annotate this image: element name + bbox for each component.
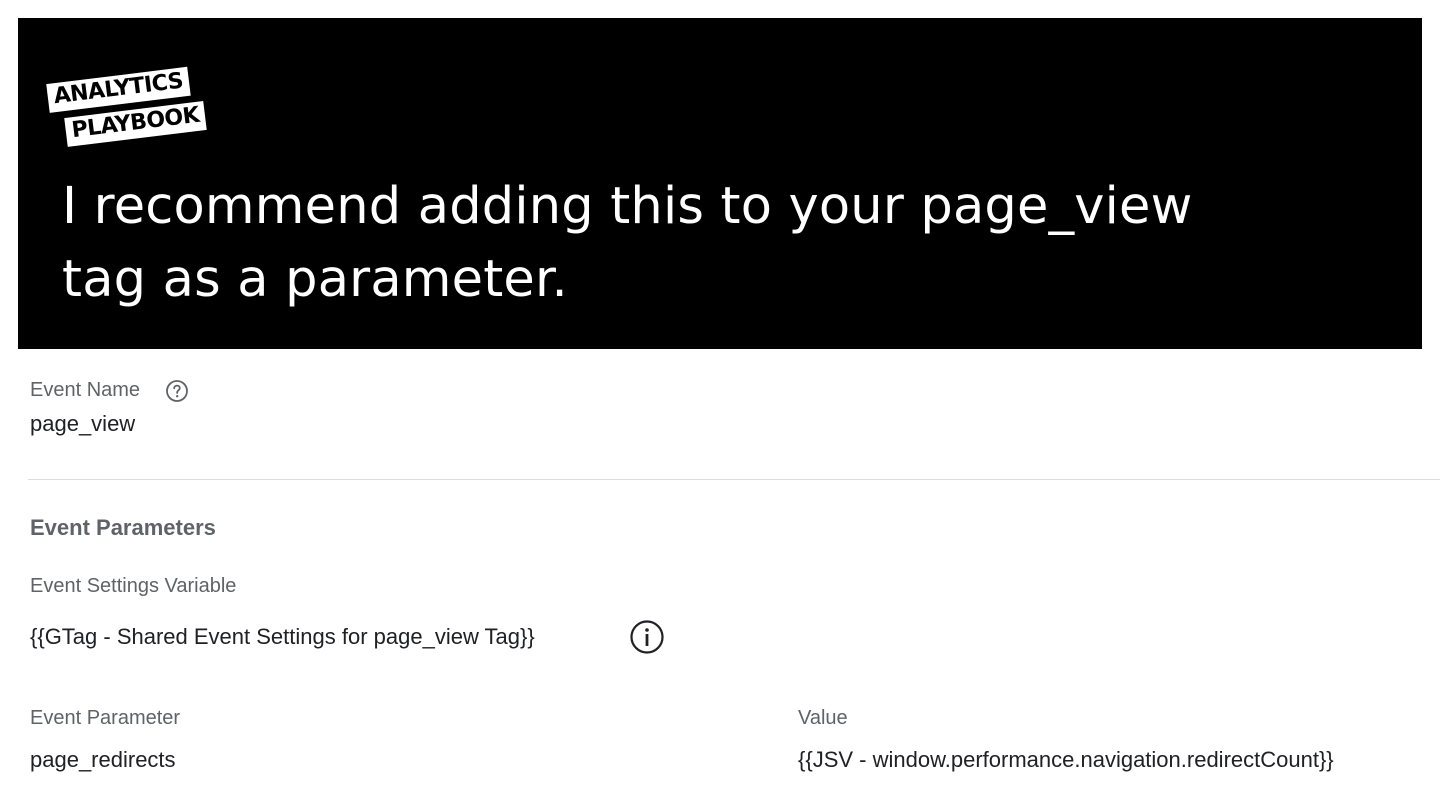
event-name-label: Event Name <box>30 379 141 401</box>
header-banner: ANALYTICS PLAYBOOK I recommend adding th… <box>18 18 1422 349</box>
banner-headline: I recommend adding this to your page_vie… <box>62 170 1342 316</box>
event-settings-variable-value[interactable]: {{GTag - Shared Event Settings for page_… <box>30 624 535 650</box>
event-settings-variable-label: Event Settings Variable <box>30 575 237 597</box>
event-parameter-column-label: Event Parameter <box>30 707 181 729</box>
value-column-label: Value <box>798 707 848 729</box>
page: ANALYTICS PLAYBOOK I recommend adding th… <box>0 0 1440 810</box>
analytics-playbook-logo: ANALYTICS PLAYBOOK <box>46 50 207 160</box>
event-parameter-name[interactable]: page_redirects <box>30 747 176 773</box>
banner-headline-line-2: tag as a parameter. <box>62 250 568 309</box>
help-circle-icon[interactable] <box>165 379 189 403</box>
banner-headline-line-1: I recommend adding this to your page_vie… <box>62 177 1193 236</box>
event-parameter-value[interactable]: {{JSV - window.performance.navigation.re… <box>798 747 1334 773</box>
info-circle-icon[interactable] <box>629 619 665 655</box>
event-name-value[interactable]: page_view <box>30 411 135 437</box>
section-divider <box>28 479 1440 480</box>
tag-configuration-panel: Event Name page_view Event Parameters Ev… <box>0 349 1440 810</box>
event-parameters-title: Event Parameters <box>30 515 216 540</box>
